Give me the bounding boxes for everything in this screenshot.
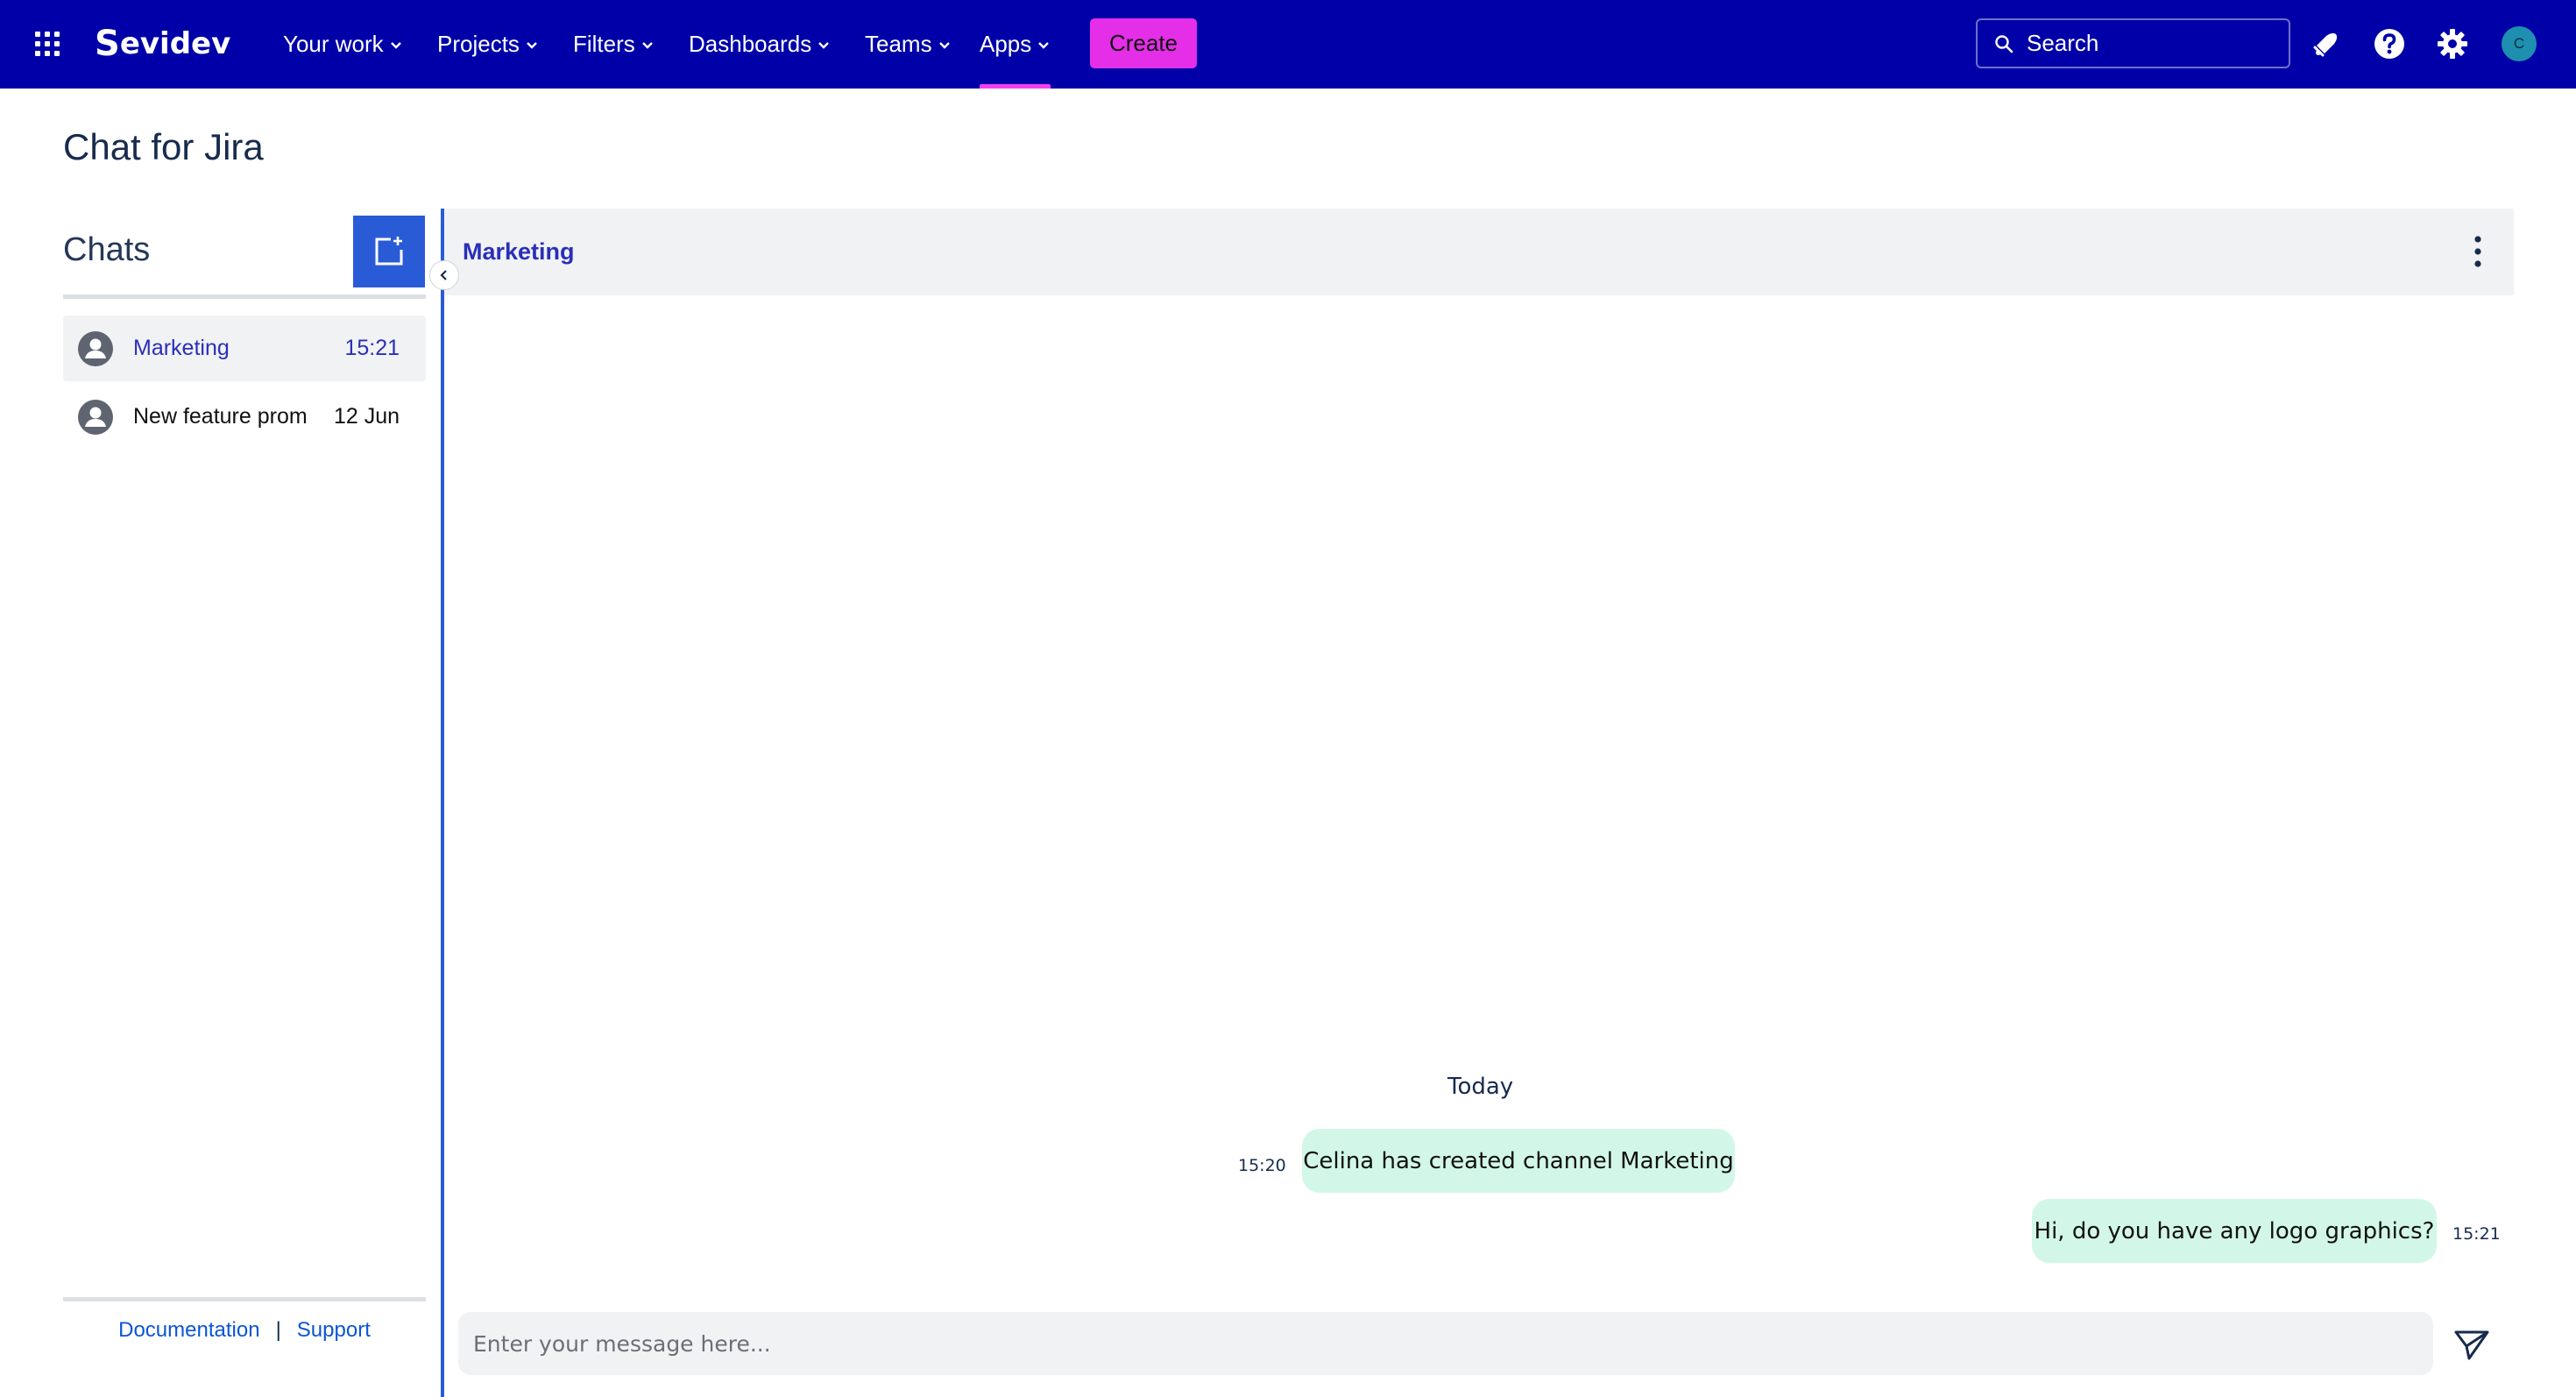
chat-list-item[interactable]: New feature prom 12 Jun — [63, 384, 426, 450]
page-title: Chat for Jira — [63, 126, 264, 167]
nav-teams-label: Teams — [865, 31, 932, 57]
chat-list-item[interactable]: Marketing 15:21 — [63, 316, 426, 381]
message-bubble: Celina has created channel Marketing — [1302, 1129, 1735, 1193]
nav-dashboards-label: Dashboards — [689, 31, 812, 57]
new-chat-icon — [375, 237, 403, 266]
nav-teams[interactable]: Teams — [865, 0, 952, 89]
message-bubble: Hi, do you have any logo graphics? — [2032, 1199, 2437, 1263]
chevron-down-icon — [938, 41, 950, 49]
documentation-link[interactable]: Documentation — [118, 1318, 259, 1342]
nav-filters-label: Filters — [573, 31, 635, 57]
channel-title: Marketing — [463, 238, 575, 265]
settings-icon[interactable] — [2435, 26, 2470, 61]
collapse-sidebar-button[interactable] — [429, 260, 459, 290]
nav-your-work-label: Your work — [283, 31, 384, 57]
nav-apps-label: Apps — [980, 31, 1032, 57]
nav-apps[interactable]: Apps — [980, 0, 1051, 89]
message-time: 15:21 — [2452, 1224, 2501, 1244]
chat-panel: Marketing Today 15:20 Celina has created… — [441, 209, 2516, 1397]
chevron-down-icon — [818, 41, 830, 49]
day-separator: Today — [1447, 1074, 1514, 1100]
help-icon[interactable] — [2372, 26, 2407, 61]
logo-mark: S — [95, 24, 120, 64]
search-box[interactable] — [1976, 18, 2290, 68]
chat-header: Marketing — [444, 209, 2514, 295]
person-icon — [78, 399, 113, 435]
nav-projects-label: Projects — [437, 31, 520, 57]
chats-sidebar: Chats Marketing 15:21 New feature prom 1… — [63, 210, 426, 1389]
chevron-down-icon — [641, 41, 653, 49]
chats-heading: Chats — [63, 231, 151, 268]
chat-time: 15:21 — [344, 336, 400, 360]
message-input[interactable] — [473, 1330, 2401, 1357]
footer-links: Documentation | Support — [63, 1318, 426, 1343]
nav-dashboards[interactable]: Dashboards — [689, 0, 831, 89]
person-icon — [78, 330, 113, 366]
nav-projects[interactable]: Projects — [437, 0, 539, 89]
chat-name: Marketing — [133, 336, 230, 360]
sidebar-footer-divider — [63, 1297, 426, 1301]
support-link[interactable]: Support — [297, 1318, 371, 1342]
sevidev-logo[interactable]: S evidev — [95, 21, 230, 67]
top-navigation-bar: S evidev Your work Projects Filters Dash… — [0, 0, 2576, 89]
create-button[interactable]: Create — [1090, 18, 1197, 68]
sidebar-divider — [63, 294, 426, 299]
search-icon — [1995, 34, 2013, 53]
chat-time: 12 Jun — [333, 404, 400, 429]
chevron-down-icon — [527, 41, 537, 49]
search-input[interactable] — [2027, 30, 2272, 57]
chevron-down-icon — [1038, 41, 1050, 49]
footer-separator: | — [275, 1318, 281, 1342]
chat-name: New feature prom — [133, 404, 308, 429]
message-time: 15:20 — [1238, 1156, 1286, 1175]
new-chat-button[interactable] — [353, 216, 425, 287]
app-grid-icon[interactable] — [33, 30, 61, 58]
logo-text: evidev — [119, 26, 231, 61]
chevron-left-icon — [440, 270, 447, 280]
send-icon[interactable] — [2453, 1329, 2490, 1362]
user-avatar[interactable]: C — [2502, 26, 2537, 61]
more-vertical-icon[interactable] — [2469, 233, 2487, 270]
message-composer — [458, 1312, 2433, 1375]
nav-your-work[interactable]: Your work — [283, 0, 403, 89]
notification-icon[interactable] — [2309, 26, 2344, 61]
nav-filters[interactable]: Filters — [573, 0, 655, 89]
chevron-down-icon — [390, 41, 401, 49]
